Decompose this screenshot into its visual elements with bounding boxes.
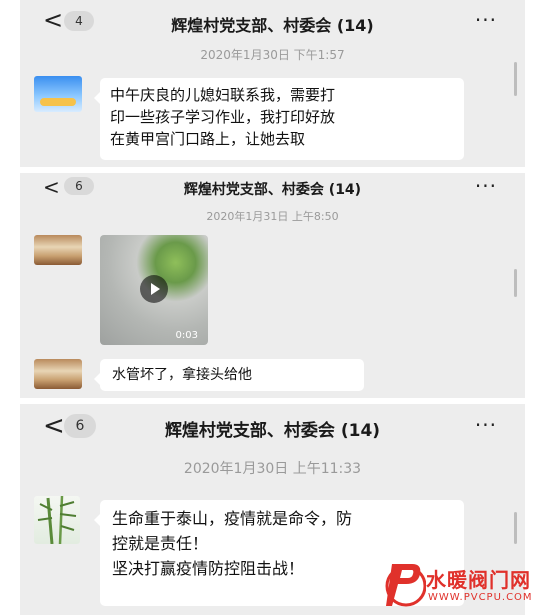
message-line: 控就是责任！ [112, 534, 209, 553]
message-timestamp: 2020年1月30日 上午11:33 [183, 461, 362, 477]
message-line: 生命重于泰山，疫情就是命令，防 [112, 509, 353, 528]
chat-screen-2: < 6 辉煌村党支部、村委会 (14) ··· 2020年1月31日 上午8:5… [20, 173, 525, 398]
message-line: 在黄甲宫门口路上，让她去取 [110, 130, 306, 148]
more-options-icon[interactable]: ··· [475, 415, 497, 435]
watermark-url: WWW.PVCPU.COM [428, 592, 533, 603]
chat-header: < 6 辉煌村党支部、村委会 (14) ··· [20, 404, 525, 448]
chat-header: < 4 辉煌村党支部、村委会 (14) ··· [20, 0, 525, 44]
chat-screen-1: < 4 辉煌村党支部、村委会 (14) ··· 2020年1月30日 下午1:5… [20, 0, 525, 167]
chat-title: 辉煌村党支部、村委会 (14) [183, 182, 362, 198]
message-timestamp: 2020年1月31日 上午8:50 [206, 210, 339, 223]
bamboo-avatar-image [37, 496, 77, 544]
scrollbar[interactable] [514, 512, 517, 544]
message-line: 印一些孩子学习作业，我打印好放 [110, 108, 336, 126]
play-icon[interactable] [140, 275, 168, 303]
video-message[interactable]: 0:03 [100, 235, 208, 345]
more-options-icon[interactable]: ··· [475, 176, 497, 196]
chat-header: < 6 辉煌村党支部、村委会 (14) ··· [20, 173, 525, 205]
scrollbar[interactable] [514, 62, 517, 96]
video-duration: 0:03 [175, 330, 198, 341]
avatar[interactable] [34, 235, 82, 265]
message-text: 水管坏了，拿接头给他 [112, 367, 252, 383]
message-bubble[interactable]: 水管坏了，拿接头给他 [94, 359, 364, 391]
scrollbar[interactable] [514, 269, 517, 297]
avatar[interactable] [34, 359, 82, 389]
watermark-logo: 水暖阀门网 WWW.PVCPU.COM [382, 556, 550, 615]
watermark-name: 水暖阀门网 [426, 568, 531, 592]
chat-title: 辉煌村党支部、村委会 (14) [171, 16, 374, 35]
avatar[interactable] [34, 76, 82, 112]
message-line: 中午庆良的儿媳妇联系我，需要打 [110, 86, 336, 104]
watermark-logo-mark [385, 564, 426, 607]
avatar[interactable] [34, 496, 80, 544]
message-timestamp: 2020年1月30日 下午1:57 [200, 48, 345, 62]
message-bubble[interactable]: 中午庆良的儿媳妇联系我，需要打 印一些孩子学习作业，我打印好放 在黄甲宫门口路上… [94, 78, 464, 160]
more-options-icon[interactable]: ··· [475, 10, 497, 30]
chat-title: 辉煌村党支部、村委会 (14) [164, 421, 381, 441]
